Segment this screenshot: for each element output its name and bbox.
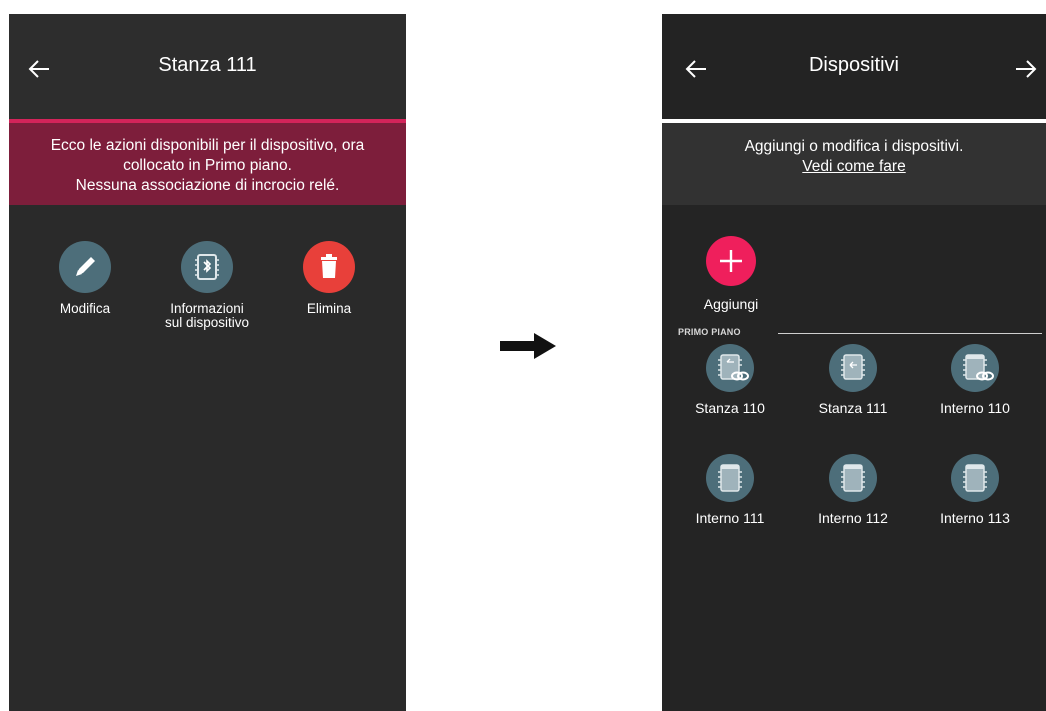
left-screen: Stanza 111 Ecco le azioni disponibili pe… [9, 14, 406, 711]
plus-icon[interactable] [706, 236, 756, 286]
device-icon [706, 454, 754, 502]
action-label: Elimina [306, 301, 352, 316]
info-box: Aggiungi o modifica i dispositivi. Vedi … [662, 123, 1046, 205]
screen-title: Stanza 111 [158, 54, 257, 76]
banner-line: collocato in Primo piano. [123, 157, 292, 174]
device-item[interactable]: Interno 112 [798, 454, 908, 526]
section-header: PRIMO PIANO [678, 327, 1046, 337]
info-banner: Ecco le azioni disponibili per il dispos… [9, 123, 406, 205]
action-label-line: sul dispositivo [164, 315, 250, 330]
add-device-button[interactable]: Aggiungi [686, 236, 776, 312]
device-label: Interno 111 [695, 510, 765, 526]
trash-icon[interactable] [303, 241, 355, 293]
add-label: Aggiungi [703, 296, 759, 312]
device-icon [829, 344, 877, 392]
section-line [778, 333, 1042, 334]
linked-device-icon [951, 344, 999, 392]
forward-arrow-icon[interactable] [1014, 57, 1038, 81]
device-label: Interno 113 [940, 510, 1010, 526]
device-label: Stanza 111 [818, 400, 888, 416]
info-text: Aggiungi o modifica i dispositivi. [744, 138, 964, 155]
banner-line: Nessuna associazione di incrocio relé. [75, 177, 340, 194]
pencil-icon[interactable] [59, 241, 111, 293]
device-icon [951, 454, 999, 502]
bluetooth-chip-icon[interactable] [181, 241, 233, 293]
action-label: Informazioni sul dispositivo [147, 302, 267, 330]
device-item[interactable]: Interno 113 [920, 454, 1030, 526]
device-label: Stanza 110 [695, 400, 765, 416]
top-bar: Dispositivi [662, 14, 1046, 119]
device-item[interactable]: Stanza 111 [798, 344, 908, 416]
delete-action[interactable]: Elimina [269, 241, 389, 316]
device-item[interactable]: Interno 111 [675, 454, 785, 526]
device-item[interactable]: Interno 110 [920, 344, 1030, 416]
device-item[interactable]: Stanza 110 [675, 344, 785, 416]
action-label-line: Informazioni [170, 301, 244, 316]
screen-title: Dispositivi [808, 54, 900, 76]
device-icon [829, 454, 877, 502]
device-info-action[interactable]: Informazioni sul dispositivo [147, 241, 267, 330]
right-arrow-icon [500, 333, 556, 364]
edit-action[interactable]: Modifica [25, 241, 145, 316]
right-screen: Dispositivi Aggiungi o modifica i dispos… [662, 14, 1046, 711]
how-to-link[interactable]: Vedi come fare [662, 157, 1046, 177]
section-label: PRIMO PIANO [678, 327, 741, 337]
linked-device-icon [706, 344, 754, 392]
banner-line: Ecco le azioni disponibili per il dispos… [50, 137, 365, 154]
top-bar: Stanza 111 [9, 14, 406, 119]
action-label: Modifica [59, 301, 111, 316]
device-label: Interno 110 [940, 400, 1010, 416]
device-label: Interno 112 [818, 510, 888, 526]
